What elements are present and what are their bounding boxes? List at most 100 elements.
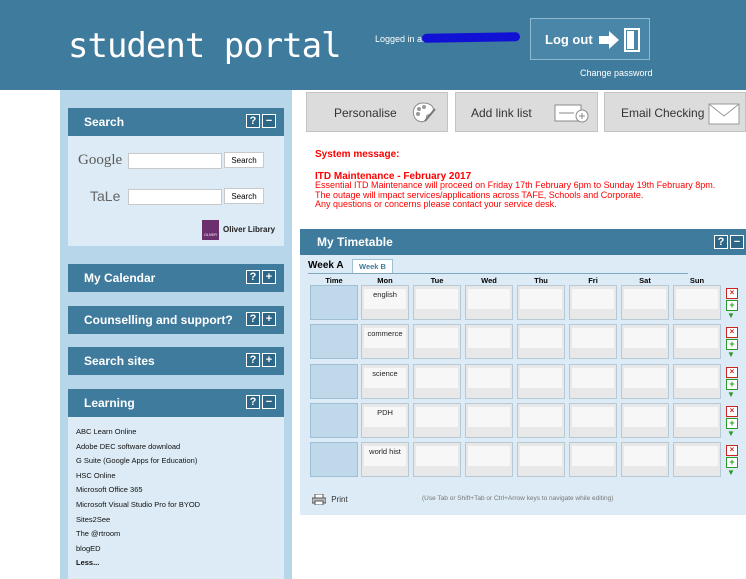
learning-link[interactable]: HSC Online	[76, 469, 200, 484]
tale-search-button[interactable]: Search	[224, 188, 264, 204]
timetable-cell[interactable]	[673, 364, 721, 399]
cell-input[interactable]	[676, 446, 718, 466]
expand-icon[interactable]: +	[262, 312, 276, 326]
cell-input[interactable]	[676, 328, 718, 348]
learning-link[interactable]: blogED	[76, 542, 200, 557]
timetable-cell[interactable]	[517, 285, 565, 320]
help-icon[interactable]: ?	[246, 353, 260, 367]
cell-input[interactable]	[624, 407, 666, 427]
learning-link[interactable]: Microsoft Visual Studio Pro for BYOD	[76, 498, 200, 513]
timetable-cell[interactable]: commerce	[361, 324, 409, 359]
email-checking-button[interactable]: Email Checking	[604, 92, 746, 132]
add-link-list-button[interactable]: Add link list	[455, 92, 598, 132]
cell-input[interactable]	[468, 446, 510, 466]
expand-icon[interactable]: +	[262, 353, 276, 367]
google-search-button[interactable]: Search	[224, 152, 264, 168]
timetable-cell[interactable]	[465, 403, 513, 438]
timetable-cell[interactable]	[517, 324, 565, 359]
change-password-link[interactable]: Change password	[580, 68, 653, 78]
google-search-input[interactable]	[128, 153, 222, 169]
add-row-icon[interactable]: +	[726, 300, 738, 311]
search-sites-panel-header[interactable]: Search sites ? +	[68, 347, 284, 375]
timetable-cell[interactable]	[413, 403, 461, 438]
timetable-cell[interactable]	[621, 285, 669, 320]
move-down-icon[interactable]: ▼	[726, 312, 736, 320]
timetable-cell[interactable]	[621, 403, 669, 438]
learning-link[interactable]: G Suite (Google Apps for Education)	[76, 454, 200, 469]
cell-input[interactable]	[676, 407, 718, 427]
time-cell[interactable]	[310, 324, 358, 359]
timetable-cell[interactable]	[569, 403, 617, 438]
cell-input[interactable]	[520, 446, 562, 466]
logout-button[interactable]: Log out	[530, 18, 650, 60]
timetable-cell[interactable]	[621, 364, 669, 399]
help-icon[interactable]: ?	[246, 270, 260, 284]
add-row-icon[interactable]: +	[726, 457, 738, 468]
cell-input[interactable]	[624, 368, 666, 388]
cell-input[interactable]	[676, 368, 718, 388]
cell-input[interactable]	[520, 407, 562, 427]
learning-link[interactable]: The @rtroom	[76, 527, 200, 542]
week-b-tab[interactable]: Week B	[352, 259, 393, 274]
timetable-cell[interactable]	[569, 285, 617, 320]
timetable-cell[interactable]: science	[361, 364, 409, 399]
timetable-cell[interactable]	[621, 324, 669, 359]
time-cell[interactable]	[310, 403, 358, 438]
cell-input[interactable]	[416, 328, 458, 348]
timetable-cell[interactable]: english	[361, 285, 409, 320]
cell-input[interactable]	[624, 289, 666, 309]
cell-input[interactable]	[468, 289, 510, 309]
move-down-icon[interactable]: ▼	[726, 391, 736, 399]
timetable-cell[interactable]	[673, 403, 721, 438]
timetable-cell[interactable]	[569, 364, 617, 399]
move-down-icon[interactable]: ▼	[726, 469, 736, 477]
collapse-icon[interactable]: −	[730, 235, 744, 249]
learning-link[interactable]: Microsoft Office 365	[76, 483, 200, 498]
learning-link[interactable]: Adobe DEC software download	[76, 440, 200, 455]
help-icon[interactable]: ?	[246, 395, 260, 409]
collapse-icon[interactable]: −	[262, 114, 276, 128]
timetable-cell[interactable]	[465, 324, 513, 359]
time-cell[interactable]	[310, 442, 358, 477]
learning-link[interactable]: Sites2See	[76, 513, 200, 528]
timetable-cell[interactable]	[465, 364, 513, 399]
print-button[interactable]: Print	[311, 493, 348, 506]
time-cell[interactable]	[310, 364, 358, 399]
counselling-panel-header[interactable]: Counselling and support? ? +	[68, 306, 284, 334]
help-icon[interactable]: ?	[246, 114, 260, 128]
add-row-icon[interactable]: +	[726, 339, 738, 350]
tale-search-input[interactable]	[128, 189, 222, 205]
oliver-library-link[interactable]: OLIVER Oliver Library	[202, 220, 282, 240]
timetable-cell[interactable]	[413, 364, 461, 399]
cell-input[interactable]	[572, 446, 614, 466]
timetable-cell[interactable]	[621, 442, 669, 477]
cell-input[interactable]	[468, 328, 510, 348]
help-icon[interactable]: ?	[246, 312, 260, 326]
cell-input[interactable]	[624, 328, 666, 348]
timetable-cell[interactable]	[465, 285, 513, 320]
delete-row-icon[interactable]: ×	[726, 288, 738, 299]
cell-input[interactable]	[416, 289, 458, 309]
timetable-cell[interactable]	[569, 442, 617, 477]
cell-input[interactable]	[468, 407, 510, 427]
cell-input[interactable]	[520, 368, 562, 388]
cell-input[interactable]	[520, 328, 562, 348]
delete-row-icon[interactable]: ×	[726, 327, 738, 338]
timetable-cell[interactable]	[517, 442, 565, 477]
delete-row-icon[interactable]: ×	[726, 406, 738, 417]
collapse-icon[interactable]: −	[262, 395, 276, 409]
less-link[interactable]: Less...	[76, 556, 200, 571]
timetable-cell[interactable]	[569, 324, 617, 359]
timetable-cell[interactable]	[413, 442, 461, 477]
timetable-cell[interactable]	[517, 403, 565, 438]
cell-input[interactable]	[572, 328, 614, 348]
move-down-icon[interactable]: ▼	[726, 430, 736, 438]
timetable-cell[interactable]: world hist	[361, 442, 409, 477]
time-cell[interactable]	[310, 285, 358, 320]
add-row-icon[interactable]: +	[726, 379, 738, 390]
timetable-cell[interactable]	[517, 364, 565, 399]
help-icon[interactable]: ?	[714, 235, 728, 249]
move-down-icon[interactable]: ▼	[726, 351, 736, 359]
cell-input[interactable]	[572, 289, 614, 309]
timetable-cell[interactable]	[673, 324, 721, 359]
